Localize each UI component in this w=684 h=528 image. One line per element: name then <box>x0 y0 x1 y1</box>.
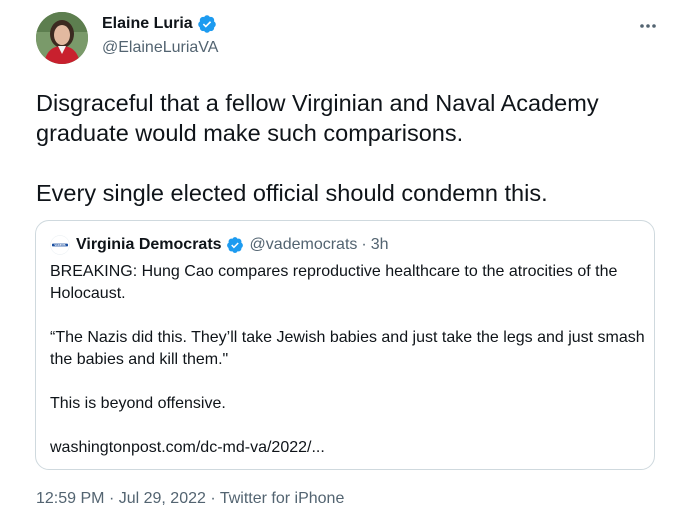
vadems-logo-text: VADEMS <box>54 244 66 247</box>
quoted-tweet-card[interactable]: VADEMS Virginia Democrats @vademocrats ·… <box>35 220 655 470</box>
separator-dot: · <box>361 236 367 253</box>
quoted-text-line: BREAKING: Hung Cao compares reproductive… <box>50 263 618 302</box>
quoted-author-name: Virginia Democrats <box>76 236 222 253</box>
quoted-text-line: This is beyond offensive. <box>50 395 226 412</box>
profile-photo-icon <box>36 12 88 64</box>
more-options-button[interactable] <box>634 14 662 38</box>
tweet-date[interactable]: Jul 29, 2022 <box>119 490 206 507</box>
tweet-time[interactable]: 12:59 PM <box>36 490 104 507</box>
author-name-text: Elaine Luria <box>102 15 193 32</box>
quoted-link[interactable]: washingtonpost.com/dc-md-va/2022/... <box>50 437 646 459</box>
tweet-paragraph: Every single elected official should con… <box>36 180 548 206</box>
author-handle[interactable]: @ElaineLuriaVA <box>102 39 218 57</box>
quoted-tweet-time[interactable]: 3h <box>371 236 389 254</box>
more-dots-icon <box>640 24 656 28</box>
separator-dot: · <box>108 490 115 507</box>
author-avatar[interactable] <box>36 12 88 64</box>
quoted-text-line: “The Nazis did this. They’ll take Jewish… <box>50 329 645 368</box>
quoted-tweet-header: VADEMS Virginia Democrats @vademocrats ·… <box>50 235 389 255</box>
verified-badge-icon <box>197 15 216 33</box>
tweet-text: Disgraceful that a fellow Virginian and … <box>36 88 656 208</box>
tweet-paragraph: Disgraceful that a fellow Virginian and … <box>36 90 599 146</box>
quoted-tweet-text: BREAKING: Hung Cao compares reproductive… <box>50 261 646 459</box>
tweet-detail: Elaine Luria @ElaineLuriaVA Disgraceful … <box>0 0 684 528</box>
vadems-logo-icon: VADEMS <box>50 235 70 255</box>
quoted-author-handle: @vademocrats <box>249 236 358 253</box>
author-name[interactable]: Elaine Luria <box>102 14 217 34</box>
separator-dot: · <box>210 490 216 507</box>
quoted-author-avatar[interactable]: VADEMS <box>50 235 70 255</box>
tweet-metadata: 12:59 PM · Jul 29, 2022 · Twitter for iP… <box>36 490 344 508</box>
verified-badge-icon <box>226 237 243 253</box>
tweet-client[interactable]: Twitter for iPhone <box>220 490 345 507</box>
